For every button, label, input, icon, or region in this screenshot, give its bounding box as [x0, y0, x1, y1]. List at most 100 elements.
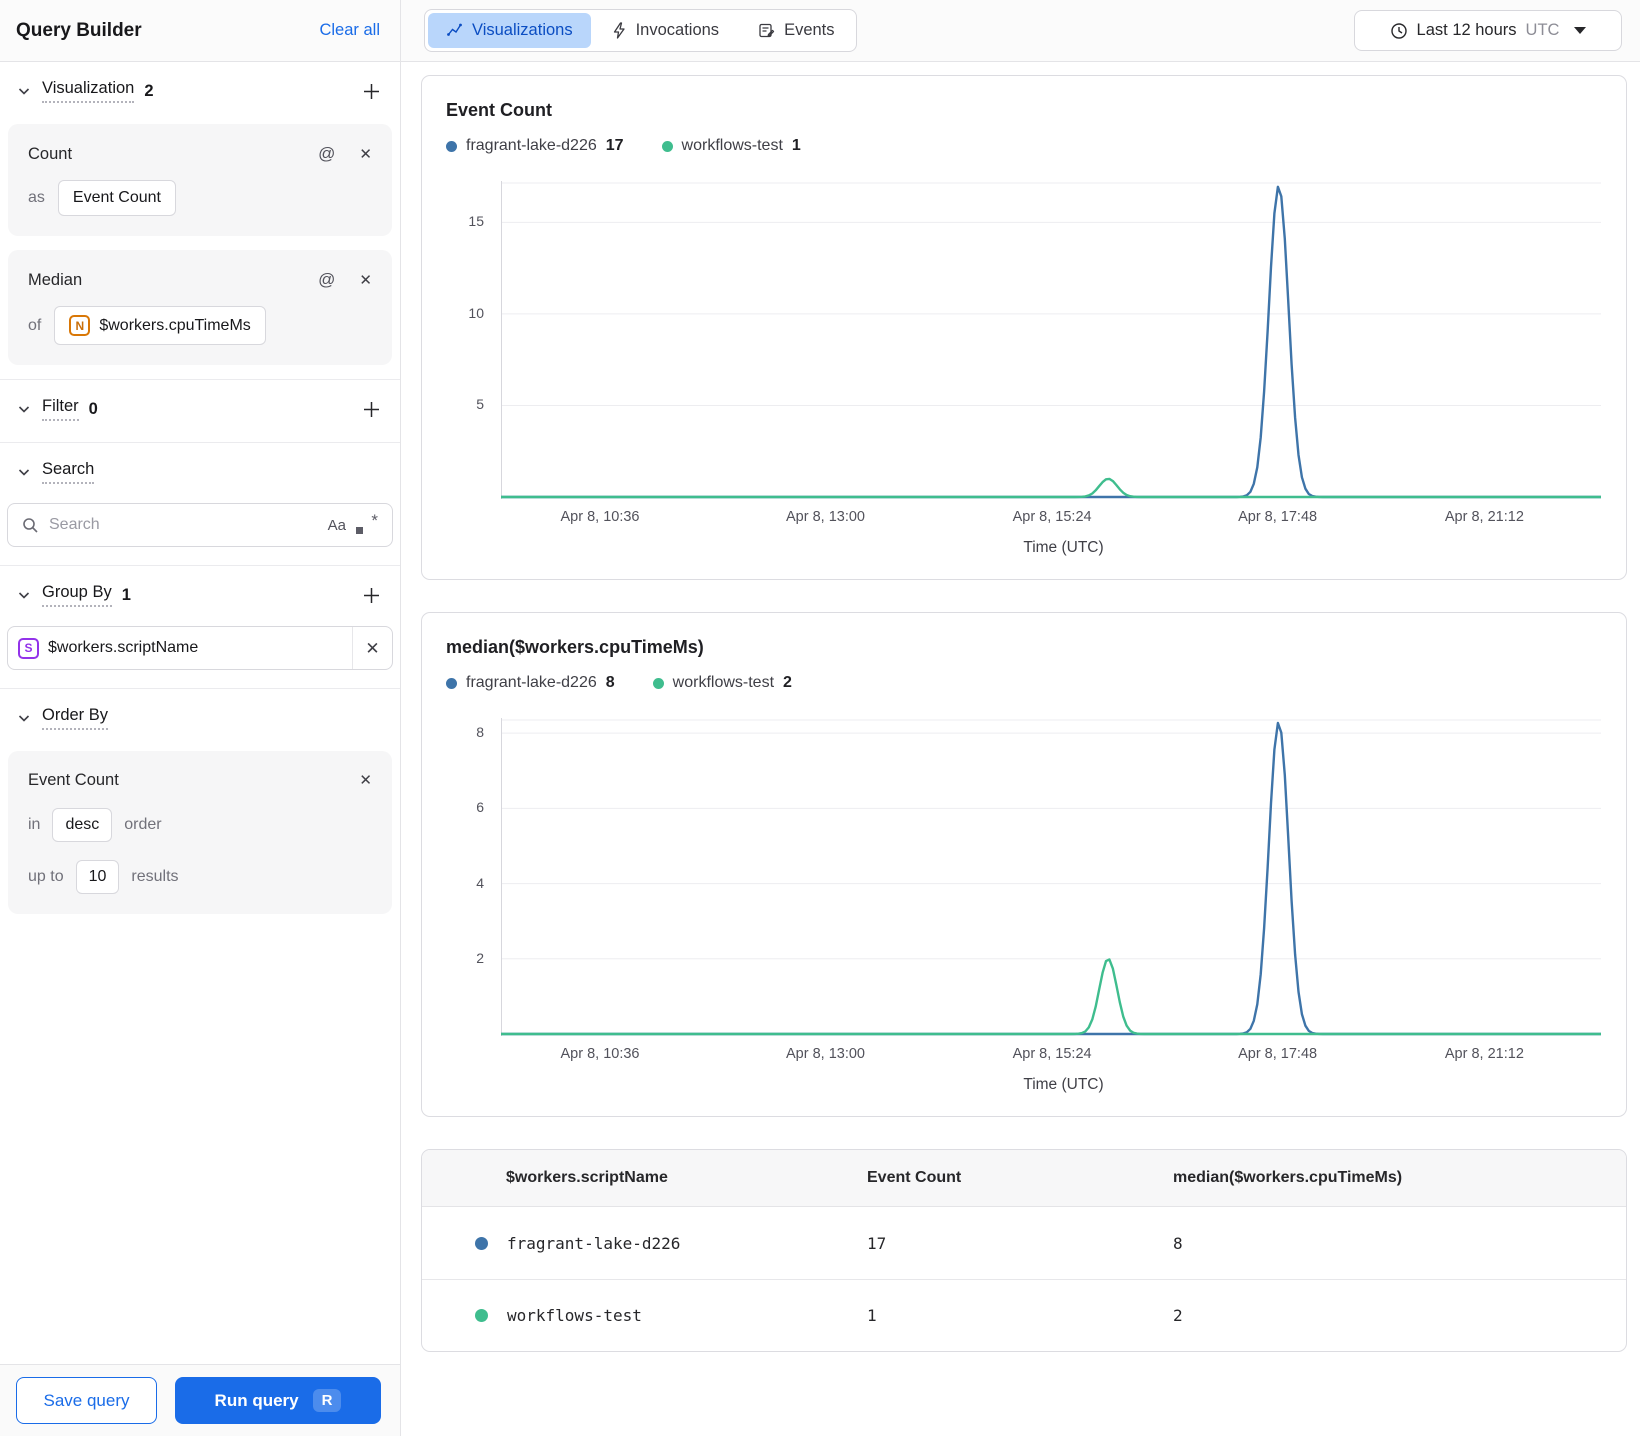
order-direction-select[interactable]: desc: [52, 808, 113, 842]
add-visualization-button[interactable]: [360, 80, 382, 102]
series-dot-green: [661, 140, 673, 152]
column-median: median($workers.cpuTimeMs): [1173, 1169, 1403, 1186]
plus-icon: [363, 401, 379, 417]
group-by-field-select[interactable]: S $workers.scriptName: [8, 627, 352, 669]
median-cell: 2: [1173, 1306, 1183, 1325]
query-builder-sidebar: Query Builder Clear all Visualization 2 …: [0, 0, 401, 1436]
of-label: of: [28, 316, 42, 334]
median-cell: 8: [1173, 1233, 1183, 1253]
search-box: Aa *: [7, 503, 393, 547]
divider: [0, 688, 400, 689]
section-order-by-header[interactable]: Order By: [0, 695, 400, 741]
visualization-count: 2: [144, 81, 154, 100]
add-group-by-button[interactable]: [360, 584, 382, 606]
plus-icon: [363, 83, 379, 99]
search-input[interactable]: [49, 516, 318, 534]
main-body: Event Count fragrant-lake-d226 17 workfl…: [401, 62, 1640, 1352]
result-limit-input[interactable]: 10: [75, 860, 120, 894]
run-shortcut-badge: R: [312, 1389, 342, 1412]
time-zone-label: UTC: [1525, 21, 1560, 39]
alias-at-icon[interactable]: @: [318, 270, 335, 290]
section-filter-header[interactable]: Filter 0: [0, 386, 400, 432]
tab-visualizations[interactable]: Visualizations: [428, 13, 591, 48]
legend-name: fragrant-lake-d226: [466, 137, 597, 154]
table-header-row: $workers.scriptName Event Count median($…: [422, 1150, 1626, 1207]
x-axis-labels: Apr 8, 10:36 Apr 8, 13:00 Apr 8, 15:24 Apr …: [560, 1046, 1524, 1062]
save-query-button[interactable]: Save query: [16, 1377, 157, 1424]
remove-group-by-button[interactable]: ✕: [352, 627, 392, 669]
remove-visualization-icon[interactable]: ✕: [359, 147, 372, 162]
section-search-header[interactable]: Search: [0, 449, 400, 495]
y-axis-labels: 2468: [476, 724, 484, 966]
y-axis-labels: 5 10 15: [468, 213, 484, 413]
sidebar-body: Visualization 2 Count @ ✕ as Event Count…: [0, 62, 400, 1364]
line-chart-svg[interactable]: [499, 181, 1603, 499]
regex-icon[interactable]: *: [356, 511, 378, 535]
remove-order-by-icon[interactable]: ✕: [359, 773, 372, 788]
script-name-cell: workflows-test: [507, 1306, 642, 1325]
chart-plot-area: 5 10 15 Apr 8, 10:36 Apr 8, 13:00 Apr 8, 15:…: [422, 181, 1626, 528]
close-icon: ✕: [365, 638, 380, 658]
run-query-button[interactable]: Run query R: [175, 1377, 381, 1424]
event-count-chart-card: Event Count fragrant-lake-d226 17 workfl…: [421, 75, 1627, 580]
caret-down-icon: [1574, 27, 1587, 34]
view-tabs: Visualizations Invocations Events: [424, 9, 857, 52]
plus-icon: [363, 587, 379, 603]
script-name-cell: fragrant-lake-d226: [507, 1233, 681, 1253]
legend-name: workflows-test: [681, 137, 783, 154]
match-case-icon[interactable]: Aa: [328, 517, 346, 534]
table-row[interactable]: fragrant-lake-d226 17 8: [422, 1207, 1626, 1279]
time-range-dropdown[interactable]: Last 12 hours UTC: [1354, 10, 1622, 51]
event-count-cell: 17: [867, 1233, 887, 1253]
x-axis-title: Time (UTC): [1023, 539, 1104, 556]
column-event-count: Event Count: [867, 1169, 962, 1186]
chevron-down-icon: [18, 469, 30, 476]
tab-label: Events: [784, 21, 835, 39]
chart-plot-area: 2468 Apr 8, 10:36 Apr 8, 13:00 Apr 8, 15:2…: [422, 718, 1626, 1065]
legend-item[interactable]: fragrant-lake-d226 17: [446, 137, 624, 155]
column-script-name: $workers.scriptName: [506, 1169, 668, 1186]
tab-events[interactable]: Events: [740, 13, 852, 48]
chart-legend: fragrant-lake-d226 8 workflows-test 2: [422, 674, 1626, 692]
main-topbar: Visualizations Invocations Events Last 1…: [401, 0, 1640, 62]
section-filter-label: Filter: [42, 397, 79, 421]
legend-name: fragrant-lake-d226: [466, 674, 597, 691]
tab-label: Visualizations: [472, 21, 573, 39]
run-query-label: Run query: [214, 1390, 299, 1410]
visualization-card-title: Count: [28, 144, 73, 163]
tab-invocations[interactable]: Invocations: [594, 13, 737, 48]
remove-visualization-icon[interactable]: ✕: [359, 273, 372, 288]
x-axis-labels: Apr 8, 10:36 Apr 8, 13:00 Apr 8, 15:24 Apr …: [560, 509, 1524, 525]
in-label: in: [28, 816, 41, 833]
legend-item[interactable]: fragrant-lake-d226 8: [446, 674, 615, 692]
section-group-by-header[interactable]: Group By 1: [0, 572, 400, 618]
series-dot-blue: [446, 677, 457, 689]
visualization-card-median: Median @ ✕ of N $workers.cpuTimeMs: [8, 250, 392, 365]
legend-item[interactable]: workflows-test 2: [652, 674, 792, 692]
visualization-alias-input[interactable]: Event Count: [57, 180, 176, 216]
up-to-label: up to: [28, 868, 64, 885]
event-note-icon: [759, 23, 775, 38]
add-filter-button[interactable]: [360, 398, 382, 420]
alias-at-icon[interactable]: @: [318, 144, 335, 164]
results-table: $workers.scriptName Event Count median($…: [421, 1149, 1627, 1352]
number-type-icon: N: [69, 315, 91, 336]
string-type-icon: S: [18, 637, 39, 659]
legend-item[interactable]: workflows-test 1: [661, 137, 801, 155]
chart-title: Event Count: [446, 100, 552, 120]
order-by-card: Event Count ✕ in desc order up to 10 res…: [8, 751, 392, 914]
clear-all-button[interactable]: Clear all: [319, 21, 380, 40]
search-icon: [23, 517, 38, 533]
page-title: Query Builder: [16, 19, 142, 41]
sidebar-footer: Save query Run query R: [0, 1364, 400, 1436]
section-group-by-label: Group By: [42, 583, 112, 607]
table-row[interactable]: workflows-test 1 2: [422, 1279, 1626, 1351]
median-field-select[interactable]: N $workers.cpuTimeMs: [54, 306, 266, 345]
group-by-field-value: $workers.scriptName: [48, 639, 199, 656]
section-visualization-header[interactable]: Visualization 2: [0, 68, 400, 114]
series-dot-blue: [446, 140, 457, 152]
series-dot-green: [475, 1309, 488, 1322]
results-label: results: [131, 868, 179, 885]
line-chart-svg[interactable]: [499, 718, 1603, 1036]
time-range-label: Last 12 hours: [1416, 21, 1517, 39]
